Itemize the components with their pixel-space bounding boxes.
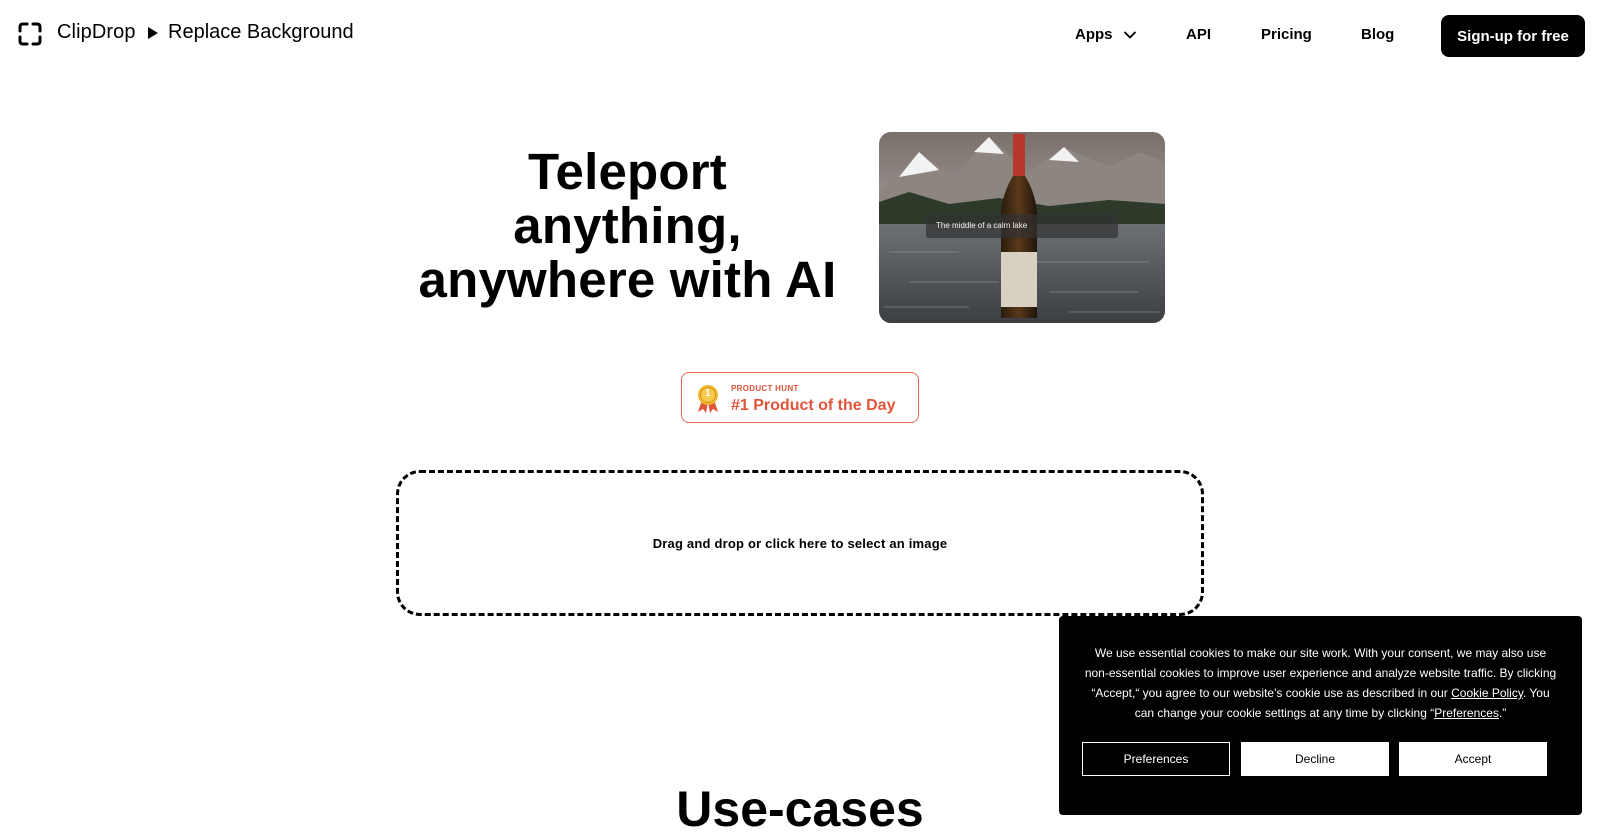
image-dropzone[interactable]: Drag and drop or click here to select an… (396, 470, 1204, 616)
cookie-policy-link[interactable]: Cookie Policy (1451, 686, 1523, 700)
nav-pricing-link[interactable]: Pricing (1261, 26, 1312, 43)
clipdrop-logo-icon[interactable] (18, 22, 42, 46)
play-triangle-icon (148, 27, 158, 39)
nav-blog-link[interactable]: Blog (1361, 26, 1394, 43)
badge-title: #1 Product of the Day (731, 397, 896, 414)
hero-title: Teleport anything, anywhere with AI (400, 145, 855, 307)
chevron-down-icon (1123, 31, 1136, 38)
nav-api-link[interactable]: API (1186, 26, 1211, 43)
product-hunt-badge[interactable]: 1 PRODUCT HUNT #1 Product of the Day (681, 372, 919, 423)
cookie-text-part-3: .” (1498, 706, 1507, 720)
dropzone-label: Drag and drop or click here to select an… (652, 535, 948, 551)
hero-demo-image: The middle of a calm lake (879, 132, 1165, 323)
nav-apps-dropdown[interactable]: Apps (1075, 26, 1137, 43)
cookie-preferences-button[interactable]: Preferences (1082, 742, 1230, 776)
signup-button[interactable]: Sign-up for free (1441, 15, 1585, 57)
breadcrumb-page: Replace Background (168, 21, 354, 43)
cookie-text: We use essential cookies to make our sit… (1083, 643, 1558, 723)
nav-apps-label: Apps (1075, 26, 1113, 43)
top-header: ClipDrop Replace Background Apps API Pri… (0, 0, 1600, 70)
hero-title-line-2: anything, (513, 197, 742, 254)
brand-name[interactable]: ClipDrop (57, 21, 136, 44)
hero-title-line-1: Teleport (527, 143, 727, 200)
usecases-heading: Use-cases (676, 781, 924, 834)
cookie-banner: We use essential cookies to make our sit… (1059, 616, 1582, 815)
image-caption: The middle of a calm lake (926, 214, 1118, 238)
preferences-link[interactable]: Preferences (1434, 706, 1499, 720)
hero-title-line-3: anywhere with AI (418, 251, 837, 308)
cookie-accept-button[interactable]: Accept (1399, 742, 1547, 776)
cookie-decline-button[interactable]: Decline (1241, 742, 1389, 776)
badge-kicker: PRODUCT HUNT (731, 384, 799, 393)
medal-number: 1 (705, 388, 711, 399)
